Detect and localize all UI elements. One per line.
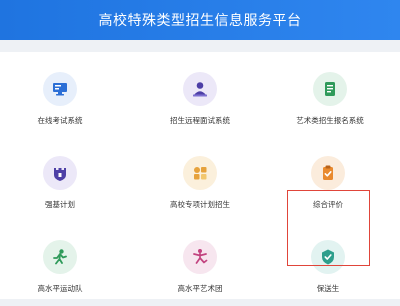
page-title: 高校特殊类型招生信息服务平台: [98, 13, 302, 29]
tile-label: 高水平运动队: [37, 284, 83, 293]
tile-art-troupe[interactable]: 高水平艺术团: [140, 234, 260, 306]
tile-label: 高校专项计划招生: [170, 200, 230, 209]
computer-exam-icon: [43, 72, 77, 106]
tile-label: 保送生: [316, 284, 340, 293]
tile-special-plan[interactable]: 高校专项计划招生: [140, 150, 260, 222]
tile-label: 艺术类招生报名系统: [296, 116, 364, 125]
tile-label: 在线考试系统: [37, 116, 83, 125]
art-registration-icon: [313, 72, 347, 106]
athlete-icon: [43, 240, 77, 274]
app-header: 高校特殊类型招生信息服务平台: [0, 0, 400, 40]
tile-remote-interview[interactable]: 招生远程面试系统: [140, 66, 260, 138]
tile-label: 招生远程面试系统: [170, 116, 230, 125]
tile-sports-team[interactable]: 高水平运动队: [0, 234, 120, 306]
tile-art-registration[interactable]: 艺术类招生报名系统: [270, 66, 390, 138]
grid-plan-icon: [183, 156, 217, 190]
service-panel: 在线考试系统 招生远程面试系统 艺术类招生报名系统 强基计划 高校专项计划招生 …: [0, 52, 400, 299]
tile-strong-foundation[interactable]: 强基计划: [0, 150, 120, 222]
tile-label: 强基计划: [45, 200, 75, 209]
tile-label: 高水平艺术团: [177, 284, 223, 293]
castle-icon: [43, 156, 77, 190]
remote-interview-icon: [183, 72, 217, 106]
clipboard-check-icon: [311, 156, 345, 190]
tile-online-exam[interactable]: 在线考试系统: [0, 66, 120, 138]
dancer-icon: [183, 240, 217, 274]
selection-highlight: [287, 190, 370, 266]
